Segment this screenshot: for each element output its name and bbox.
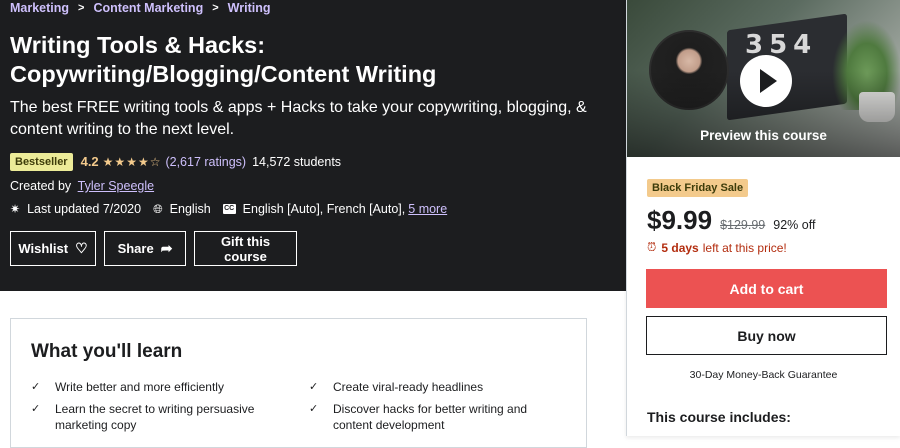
captions-text: English [Auto], French [Auto],: [242, 202, 406, 216]
check-icon: ✓: [31, 381, 41, 393]
add-to-cart-button[interactable]: Add to cart: [646, 269, 887, 308]
purchase-sidebar: 354 Preview this course Black Friday Sal…: [626, 0, 900, 436]
timer-days: 5 days: [661, 240, 699, 255]
breadcrumb-item-marketing[interactable]: Marketing: [10, 1, 69, 15]
rating-value: 4.2: [80, 154, 99, 169]
what-youll-learn-box: What you'll learn ✓ Write better and mor…: [10, 318, 587, 448]
sale-badge: Black Friday Sale: [647, 179, 749, 197]
learn-item: ✓ Learn the secret to writing persuasive…: [31, 402, 255, 432]
alarm-clock-icon: ⏰︎: [647, 240, 657, 254]
last-updated: ✷ Last updated 7/2020: [10, 202, 141, 216]
check-icon: ✓: [309, 403, 319, 415]
language: 🌐︎ English: [153, 202, 211, 217]
check-icon: ✓: [309, 381, 319, 393]
creator-row: Created by Tyler Speegle: [10, 179, 154, 193]
course-title: Writing Tools & Hacks: Copywriting/Blogg…: [10, 32, 437, 87]
current-price: $9.99: [647, 205, 713, 235]
preview-label: Preview this course: [700, 128, 827, 143]
wishlist-label: Wishlist: [18, 241, 69, 256]
play-icon[interactable]: [740, 55, 792, 107]
learn-item: ✓ Write better and more efficiently: [31, 380, 224, 394]
gift-course-button[interactable]: Gift this course: [194, 231, 297, 266]
action-buttons: Wishlist ♡ Share ➦ Gift this course: [10, 231, 305, 266]
check-icon: ✓: [31, 403, 41, 415]
gift-label: Gift this course: [220, 233, 271, 264]
learn-heading: What you'll learn: [31, 341, 183, 362]
price-row: $9.99 $129.99 92% off: [647, 205, 815, 236]
created-by-label: Created by: [10, 179, 72, 193]
breadcrumb-item-writing[interactable]: Writing: [228, 1, 271, 15]
original-price: $129.99: [720, 218, 766, 232]
rating-row: Bestseller 4.2 ★★★★☆ (2,617 ratings) 14,…: [10, 152, 341, 171]
discount-percent: 92% off: [773, 218, 816, 232]
students-count: 14,572 students: [252, 154, 342, 169]
ratings-count-link[interactable]: (2,617 ratings): [165, 155, 246, 169]
course-preview-video[interactable]: 354 Preview this course: [627, 0, 900, 157]
more-languages-link[interactable]: 5 more: [408, 202, 447, 216]
last-updated-text: Last updated 7/2020: [27, 202, 142, 216]
share-button[interactable]: Share ➦: [104, 231, 186, 266]
buy-now-button[interactable]: Buy now: [646, 316, 887, 355]
learn-item: ✓ Discover hacks for better writing and …: [309, 402, 528, 432]
chevron-right-icon: >: [78, 2, 85, 14]
course-subtitle: The best FREE writing tools & apps + Hac…: [10, 99, 587, 138]
bestseller-badge: Bestseller: [10, 152, 73, 171]
wishlist-button[interactable]: Wishlist ♡: [10, 231, 96, 266]
meta-row: ✷ Last updated 7/2020 🌐︎ English CC Engl…: [10, 201, 459, 217]
share-arrow-icon: ➦: [160, 240, 173, 256]
globe-icon: 🌐︎: [153, 201, 163, 216]
captions: CC English [Auto], French [Auto], 5 more: [222, 202, 447, 216]
chevron-right-icon: >: [212, 2, 219, 14]
sale-timer: ⏰︎ 5 days left at this price!: [647, 240, 787, 255]
closed-captions-icon: CC: [222, 204, 236, 214]
alert-badge-icon: ✷: [10, 202, 21, 216]
instructor-link[interactable]: Tyler Speegle: [78, 179, 154, 193]
heart-icon: ♡: [75, 240, 88, 256]
learn-item: ✓ Create viral-ready headlines: [309, 380, 484, 394]
timer-text: left at this price!: [702, 240, 787, 255]
course-includes-heading: This course includes:: [647, 409, 791, 425]
money-back-guarantee: 30-Day Money-Back Guarantee: [689, 369, 838, 381]
breadcrumb: Marketing > Content Marketing > Writing: [10, 0, 270, 16]
language-text: English: [169, 202, 211, 216]
star-rating-icon: ★★★★☆: [102, 154, 162, 169]
breadcrumb-item-content-marketing[interactable]: Content Marketing: [93, 1, 203, 15]
share-label: Share: [117, 241, 154, 256]
